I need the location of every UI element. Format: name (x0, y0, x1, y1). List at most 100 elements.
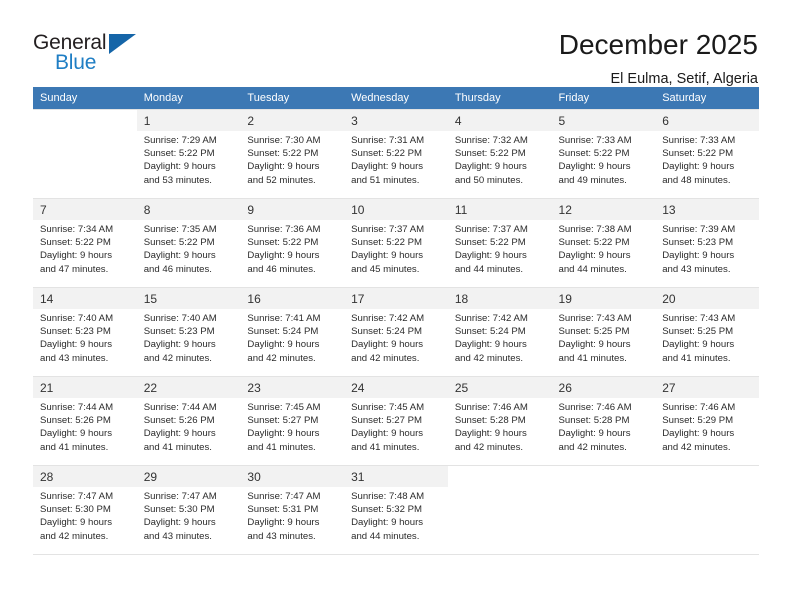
day-number: 9 (240, 199, 345, 220)
calendar-day-cell[interactable]: 19 Sunrise: 7:43 AM Sunset: 5:25 PM Dayligh… (551, 287, 656, 377)
calendar-day-cell[interactable]: 10 Sunrise: 7:37 AM Sunset: 5:22 PM Dayligh… (344, 198, 448, 288)
calendar-day-cell[interactable]: 27 Sunrise: 7:46 AM Sunset: 5:29 PM Dayligh… (655, 376, 759, 466)
sunset-time: Sunset: 5:22 PM (143, 148, 215, 160)
daylight-duration-line1: Daylight: 9 hours (454, 339, 527, 351)
calendar-day-cell[interactable]: 18 Sunrise: 7:42 AM Sunset: 5:24 PM Dayligh… (447, 287, 552, 377)
day-details: Sunrise: 7:40 AM Sunset: 5:23 PM Daylight:… (33, 309, 137, 365)
calendar-day-cell[interactable]: 7 Sunrise: 7:34 AM Sunset: 5:22 PM Daylight… (33, 198, 137, 288)
day-number: 6 (655, 110, 759, 131)
calendar-day-cell-empty (551, 465, 656, 555)
calendar-day-cell[interactable]: 12 Sunrise: 7:38 AM Sunset: 5:22 PM Dayligh… (551, 198, 656, 288)
calendar-day-cell[interactable]: 11 Sunrise: 7:37 AM Sunset: 5:22 PM Dayligh… (447, 198, 552, 288)
sunset-time: Sunset: 5:22 PM (247, 148, 319, 160)
calendar-week-row: 28 Sunrise: 7:47 AM Sunset: 5:30 PM Dayligh… (33, 465, 759, 555)
calendar-day-cell[interactable]: 9 Sunrise: 7:36 AM Sunset: 5:22 PM Daylight… (240, 198, 345, 288)
day-details: Sunrise: 7:38 AM Sunset: 5:22 PM Daylight:… (552, 220, 656, 276)
sunset-time: Sunset: 5:23 PM (662, 237, 734, 249)
daylight-duration-line1: Daylight: 9 hours (143, 517, 216, 529)
calendar-day-cell[interactable]: 4 Sunrise: 7:32 AM Sunset: 5:22 PM Daylight… (447, 109, 552, 199)
day-details: Sunrise: 7:42 AM Sunset: 5:24 PM Daylight:… (344, 309, 448, 365)
calendar-day-cell[interactable]: 17 Sunrise: 7:42 AM Sunset: 5:24 PM Dayligh… (344, 287, 448, 377)
sunrise-time: Sunrise: 7:46 AM (454, 402, 528, 413)
sunrise-time: Sunrise: 7:44 AM (40, 402, 114, 413)
calendar-day-cell[interactable]: 21 Sunrise: 7:44 AM Sunset: 5:26 PM Dayligh… (33, 376, 137, 466)
calendar-day-cell[interactable]: 24 Sunrise: 7:45 AM Sunset: 5:27 PM Dayligh… (344, 376, 448, 466)
calendar-day-cell[interactable]: 15 Sunrise: 7:40 AM Sunset: 5:23 PM Dayligh… (136, 287, 241, 377)
day-number: 22 (136, 377, 241, 398)
calendar-day-cell[interactable]: 23 Sunrise: 7:45 AM Sunset: 5:27 PM Dayligh… (240, 376, 345, 466)
sunset-time: Sunset: 5:27 PM (351, 415, 423, 427)
daylight-duration-line1: Daylight: 9 hours (558, 161, 631, 173)
day-number: 25 (447, 377, 552, 398)
calendar-day-cell[interactable]: 16 Sunrise: 7:41 AM Sunset: 5:24 PM Dayligh… (240, 287, 345, 377)
daylight-duration-line2: and 42 minutes. (143, 352, 212, 364)
day-number: 26 (551, 377, 656, 398)
sunrise-time: Sunrise: 7:35 AM (143, 224, 217, 235)
calendar-day-cell[interactable]: 13 Sunrise: 7:39 AM Sunset: 5:23 PM Dayligh… (655, 198, 759, 288)
sunrise-time: Sunrise: 7:32 AM (454, 135, 528, 146)
daylight-duration-line2: and 43 minutes. (40, 352, 109, 364)
daylight-duration-line1: Daylight: 9 hours (351, 517, 424, 529)
sunset-time: Sunset: 5:27 PM (247, 415, 319, 427)
calendar-day-cell[interactable]: 20 Sunrise: 7:43 AM Sunset: 5:25 PM Dayligh… (655, 287, 759, 377)
day-details: Sunrise: 7:42 AM Sunset: 5:24 PM Daylight:… (448, 309, 552, 365)
sunrise-time: Sunrise: 7:39 AM (662, 224, 736, 235)
day-details: Sunrise: 7:30 AM Sunset: 5:22 PM Daylight:… (240, 131, 344, 187)
day-details: Sunrise: 7:37 AM Sunset: 5:22 PM Daylight:… (344, 220, 448, 276)
sunrise-time: Sunrise: 7:37 AM (454, 224, 528, 235)
day-details: Sunrise: 7:47 AM Sunset: 5:30 PM Daylight:… (137, 487, 241, 543)
calendar-day-cell[interactable]: 26 Sunrise: 7:46 AM Sunset: 5:28 PM Dayligh… (551, 376, 656, 466)
calendar-day-cell[interactable]: 28 Sunrise: 7:47 AM Sunset: 5:30 PM Dayligh… (33, 465, 137, 555)
daylight-duration-line1: Daylight: 9 hours (143, 250, 216, 262)
weekday-header-sunday: Sunday (33, 87, 137, 110)
calendar-day-cell[interactable]: 3 Sunrise: 7:31 AM Sunset: 5:22 PM Daylight… (344, 109, 448, 199)
sunrise-time: Sunrise: 7:30 AM (247, 135, 321, 146)
day-details: Sunrise: 7:47 AM Sunset: 5:31 PM Daylight:… (240, 487, 344, 543)
daylight-duration-line2: and 41 minutes. (558, 352, 627, 364)
daylight-duration-line1: Daylight: 9 hours (143, 339, 216, 351)
day-number: 8 (136, 199, 241, 220)
general-blue-logo[interactable]: General Blue (33, 28, 153, 76)
sunrise-time: Sunrise: 7:47 AM (40, 491, 114, 502)
daylight-duration-line1: Daylight: 9 hours (247, 250, 320, 262)
calendar-day-cell[interactable]: 31 Sunrise: 7:48 AM Sunset: 5:32 PM Dayligh… (344, 465, 448, 555)
daylight-duration-line2: and 42 minutes. (662, 441, 731, 453)
calendar-day-cell[interactable]: 6 Sunrise: 7:33 AM Sunset: 5:22 PM Daylight… (655, 109, 759, 199)
calendar-day-cell[interactable]: 5 Sunrise: 7:33 AM Sunset: 5:22 PM Daylight… (551, 109, 656, 199)
calendar-day-cell-empty (447, 465, 552, 555)
calendar-day-cell[interactable]: 14 Sunrise: 7:40 AM Sunset: 5:23 PM Dayligh… (33, 287, 137, 377)
calendar-day-cell[interactable]: 1 Sunrise: 7:29 AM Sunset: 5:22 PM Daylight… (136, 109, 241, 199)
daylight-duration-line2: and 43 minutes. (662, 263, 731, 275)
day-number (448, 466, 552, 487)
daylight-duration-line2: and 48 minutes. (662, 174, 731, 186)
calendar-day-cell[interactable]: 30 Sunrise: 7:47 AM Sunset: 5:31 PM Dayligh… (240, 465, 345, 555)
sunset-time: Sunset: 5:24 PM (454, 326, 526, 338)
sunrise-time: Sunrise: 7:46 AM (662, 402, 736, 413)
calendar-day-cell[interactable]: 22 Sunrise: 7:44 AM Sunset: 5:26 PM Dayligh… (136, 376, 241, 466)
daylight-duration-line2: and 42 minutes. (454, 441, 524, 453)
sunrise-time: Sunrise: 7:46 AM (558, 402, 632, 413)
day-number: 19 (551, 288, 656, 309)
calendar-day-cell[interactable]: 8 Sunrise: 7:35 AM Sunset: 5:22 PM Daylight… (136, 198, 241, 288)
daylight-duration-line2: and 42 minutes. (558, 441, 627, 453)
day-number: 17 (344, 288, 448, 309)
calendar-day-cell[interactable]: 2 Sunrise: 7:30 AM Sunset: 5:22 PM Daylight… (240, 109, 345, 199)
sunrise-time: Sunrise: 7:48 AM (351, 491, 425, 502)
day-number: 15 (136, 288, 241, 309)
day-number: 27 (655, 377, 759, 398)
daylight-duration-line1: Daylight: 9 hours (454, 161, 527, 173)
calendar-day-cell[interactable]: 25 Sunrise: 7:46 AM Sunset: 5:28 PM Dayligh… (447, 376, 552, 466)
day-number: 28 (33, 466, 137, 487)
calendar-day-cell[interactable]: 29 Sunrise: 7:47 AM Sunset: 5:30 PM Dayligh… (136, 465, 241, 555)
sunset-time: Sunset: 5:28 PM (454, 415, 526, 427)
logo-text-blue: Blue (55, 51, 97, 74)
sunset-time: Sunset: 5:22 PM (558, 237, 630, 249)
daylight-duration-line1: Daylight: 9 hours (143, 428, 216, 440)
sunset-time: Sunset: 5:22 PM (351, 148, 423, 160)
weekday-header-friday: Friday (551, 87, 656, 110)
sunrise-time: Sunrise: 7:33 AM (558, 135, 632, 146)
sunset-time: Sunset: 5:22 PM (351, 237, 423, 249)
sunset-time: Sunset: 5:22 PM (40, 237, 111, 249)
daylight-duration-line2: and 41 minutes. (351, 441, 420, 453)
sunrise-time: Sunrise: 7:44 AM (143, 402, 217, 413)
